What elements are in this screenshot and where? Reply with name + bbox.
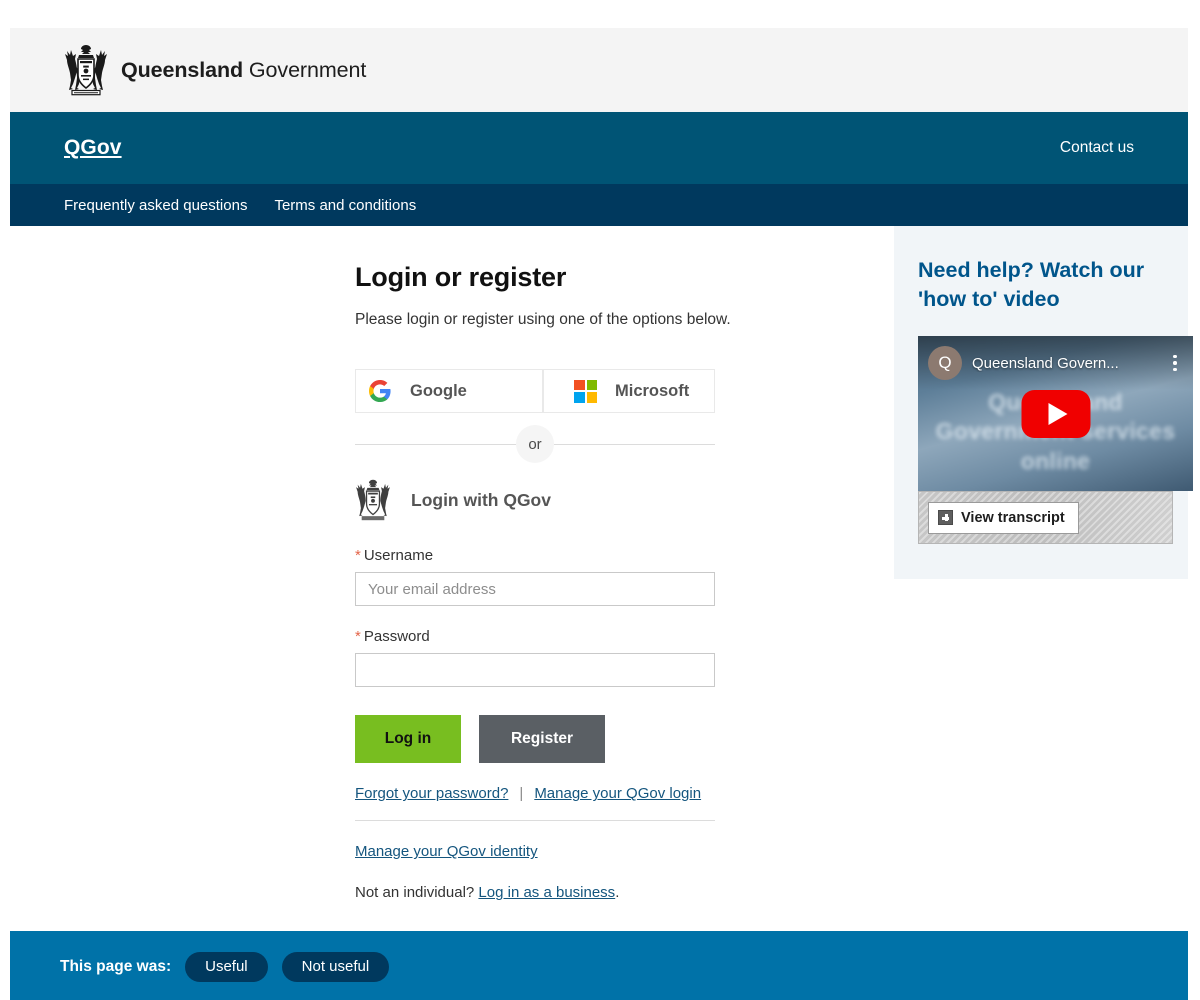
business-suffix: . — [615, 884, 620, 902]
kebab-menu-icon[interactable] — [1167, 352, 1183, 374]
business-login-row: Not an individual? Log in as a business. — [355, 884, 715, 901]
username-input[interactable] — [355, 572, 715, 607]
divider-line-right — [554, 443, 715, 445]
brand-name: Queensland Government — [121, 58, 366, 83]
feedback-bar: This page was: Useful Not useful — [10, 931, 1188, 1000]
username-field-group: * Username — [355, 547, 715, 607]
helper-links-row: Forgot your password? | Manage your QGov… — [355, 785, 715, 802]
manage-qgov-login-link[interactable]: Manage your QGov login — [534, 785, 701, 802]
link-separator: | — [519, 785, 524, 803]
divider-line-left — [355, 443, 516, 445]
microsoft-login-button[interactable]: Microsoft — [543, 369, 715, 414]
google-login-button[interactable]: Google — [355, 369, 543, 414]
manage-qgov-identity-link[interactable]: Manage your QGov identity — [355, 843, 538, 860]
nav-item-terms[interactable]: Terms and conditions — [274, 197, 416, 214]
google-g-icon — [368, 379, 392, 403]
login-main: Login or register Please login or regist… — [355, 226, 731, 931]
page-title: Login or register — [355, 262, 567, 292]
video-title-bar: Q Queensland Govern... — [918, 336, 1193, 391]
password-label-text: Password — [363, 628, 430, 646]
microsoft-login-label: Microsoft — [615, 381, 690, 400]
body-wrapper: Need help? Watch our 'how to' video Quee… — [10, 226, 1193, 932]
qgov-login-label: Login with QGov — [411, 489, 551, 510]
register-button[interactable]: Register — [479, 715, 605, 764]
brand-name-bold: Queensland — [121, 57, 244, 82]
forgot-password-link[interactable]: Forgot your password? — [355, 785, 508, 802]
secondary-nav: Frequently asked questions Terms and con… — [10, 184, 1188, 226]
form-button-row: Log in Register — [355, 715, 715, 764]
view-transcript-label: View transcript — [961, 509, 1065, 526]
not-useful-button[interactable]: Not useful — [281, 951, 390, 982]
help-video-heading: Need help? Watch our 'how to' video — [918, 258, 1145, 312]
qgov-coat-of-arms-icon — [355, 479, 391, 521]
brand-name-light: Government — [243, 57, 367, 82]
google-login-label: Google — [410, 381, 467, 400]
primary-nav-right: Contact us — [1060, 139, 1134, 157]
business-login-link[interactable]: Log in as a business — [478, 884, 615, 901]
plus-expand-icon — [938, 510, 953, 526]
section-divider — [355, 820, 715, 822]
brand-header: Queensland Government — [10, 28, 1188, 112]
view-transcript-button[interactable]: View transcript — [928, 501, 1079, 534]
contact-us-link[interactable]: Contact us — [1060, 139, 1134, 156]
divider-label: or — [516, 425, 554, 464]
social-login-row: Google Microsoft — [355, 369, 715, 414]
or-divider: or — [355, 423, 715, 465]
site-name-link[interactable]: QGov — [64, 136, 122, 160]
site-container: Queensland Government QGov Contact us Fr… — [10, 28, 1193, 1000]
feedback-label: This page was: — [60, 957, 172, 975]
video-thumbnail[interactable]: Queensland Government services online Q … — [918, 336, 1193, 492]
help-video-panel: Need help? Watch our 'how to' video Quee… — [894, 226, 1193, 579]
business-prefix: Not an individual? — [355, 884, 479, 902]
useful-button[interactable]: Useful — [185, 951, 268, 982]
channel-avatar: Q — [928, 346, 962, 381]
password-field-group: * Password — [355, 628, 715, 688]
username-label: * Username — [355, 547, 715, 564]
nav-item-faq[interactable]: Frequently asked questions — [64, 197, 247, 214]
page-root: Queensland Government QGov Contact us Fr… — [0, 0, 1200, 1000]
youtube-play-icon[interactable] — [1021, 389, 1090, 438]
qgov-login-heading: Login with QGov — [355, 479, 715, 521]
queensland-coat-of-arms-icon — [64, 44, 108, 96]
required-marker: * — [355, 628, 361, 646]
login-button[interactable]: Log in — [355, 715, 461, 764]
page-lede: Please login or register using one of th… — [355, 311, 731, 328]
username-label-text: Username — [363, 547, 434, 565]
microsoft-squares-icon — [574, 379, 597, 403]
manage-identity-row: Manage your QGov identity — [355, 843, 715, 860]
required-marker: * — [355, 547, 361, 565]
primary-nav: QGov Contact us — [10, 112, 1188, 184]
video-title[interactable]: Queensland Govern... — [972, 355, 1119, 372]
password-input[interactable] — [355, 653, 715, 688]
password-label: * Password — [355, 628, 715, 645]
transcript-bar: View transcript — [918, 491, 1173, 545]
